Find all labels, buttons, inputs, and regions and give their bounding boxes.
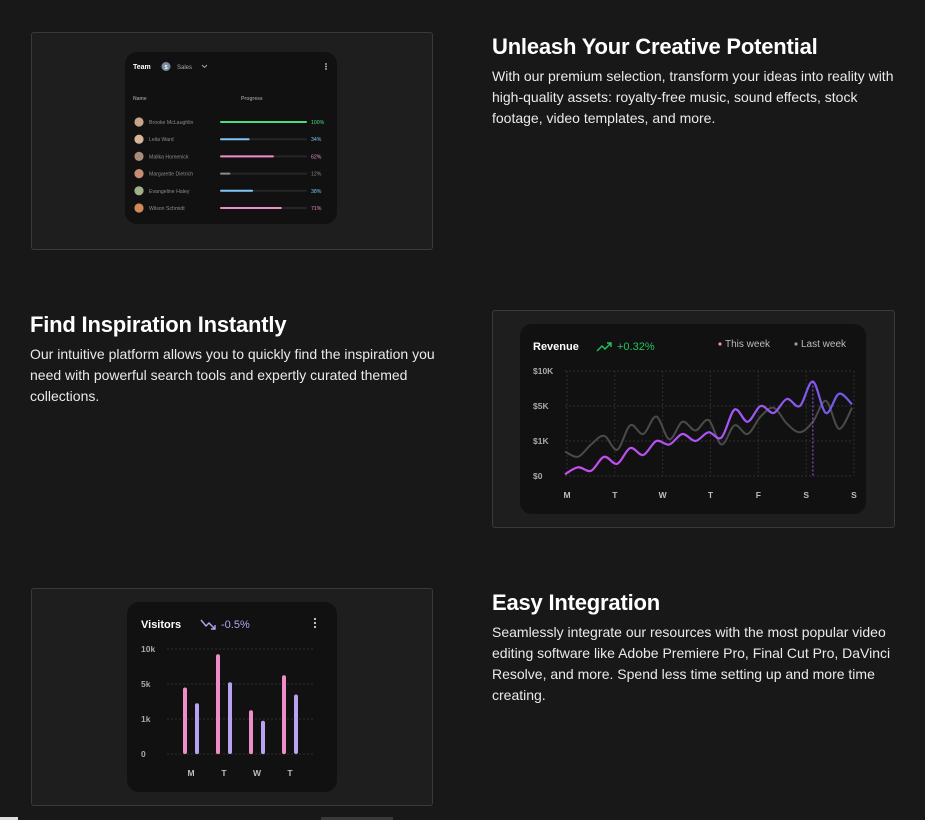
progress-fill	[220, 138, 250, 141]
y-tick-label: $0	[533, 471, 543, 481]
bar	[183, 687, 187, 754]
revenue-card: Revenue +0.32% This week Last week $10K $…	[520, 324, 866, 514]
y-tick-label: 1k	[141, 714, 151, 724]
team-row: Malika Homenick 62%	[134, 151, 322, 161]
x-tick-label: T	[221, 768, 227, 778]
x-tick-label: S	[851, 490, 857, 500]
team-col-name: Name	[133, 96, 147, 102]
team-col-progress: Progress	[241, 96, 263, 102]
y-tick-label: 10k	[141, 644, 155, 654]
trend-down-icon	[200, 619, 216, 630]
team-row: Brooke McLaughlin 100%	[134, 117, 325, 127]
revenue-preview-frame: Revenue +0.32% This week Last week $10K $…	[492, 310, 895, 528]
team-more-icon[interactable]	[325, 63, 327, 70]
team-row-progress-label: 12%	[311, 172, 322, 178]
avatar	[134, 151, 144, 161]
bar	[282, 675, 286, 755]
bar	[195, 703, 199, 755]
avatar	[134, 186, 144, 196]
team-row-name: Evangeline Haley	[149, 189, 190, 195]
feature-creative-title: Unleash Your Creative Potential	[492, 34, 818, 59]
x-tick-label: T	[287, 768, 293, 778]
feature-inspiration: Find Inspiration Instantly Our intuitive…	[30, 312, 440, 407]
progress-track	[220, 172, 307, 175]
bar	[249, 710, 253, 755]
x-tick-label: T	[612, 490, 618, 500]
y-tick-label: $10K	[533, 366, 554, 376]
bar	[228, 682, 232, 754]
team-row: Margarette Dietrich 12%	[134, 169, 322, 179]
y-tick-label: $1K	[533, 436, 549, 446]
feature-inspiration-title: Find Inspiration Instantly	[30, 312, 287, 337]
y-tick-label: 0	[141, 749, 146, 759]
series-this-week-line	[564, 380, 853, 476]
team-row-progress-label: 100%	[311, 120, 325, 126]
bar	[294, 694, 298, 754]
x-tick-label: M	[563, 490, 570, 500]
progress-fill	[220, 207, 282, 209]
team-row-name: Malika Homenick	[149, 154, 189, 160]
legend-last-week-dot	[794, 342, 798, 346]
visitors-title: Visitors	[141, 619, 181, 631]
progress-fill	[220, 155, 274, 158]
x-tick-label: S	[803, 490, 809, 500]
legend-this-week: This week	[725, 339, 771, 350]
series-last-week-line	[564, 399, 853, 458]
team-dropdown-label: Sales	[177, 65, 192, 71]
visitors-chart: Visitors -0.5% 10k 5k 1k 0 M T W T	[141, 617, 317, 778]
x-tick-label: T	[708, 490, 714, 500]
progress-fill	[220, 172, 231, 175]
visitors-preview-frame: Visitors -0.5% 10k 5k 1k 0 M T W T	[31, 588, 433, 806]
feature-creative-body: With our premium selection, transform yo…	[492, 68, 894, 126]
team-dropdown[interactable]: S Sales	[161, 62, 208, 71]
team-row-progress-label: 62%	[311, 154, 322, 160]
x-tick-label: M	[187, 768, 194, 778]
y-tick-label: $5K	[533, 401, 549, 411]
visitors-card: Visitors -0.5% 10k 5k 1k 0 M T W T	[127, 602, 337, 792]
feature-integration-title: Easy Integration	[492, 590, 660, 615]
legend-last-week: Last week	[801, 339, 847, 350]
x-tick-label: W	[659, 490, 668, 500]
team-row: Evangeline Haley 38%	[134, 186, 322, 196]
feature-inspiration-body: Our intuitive platform allows you to qui…	[30, 346, 435, 404]
team-card-svg: Team S Sales Name Progress Brooke McLaug…	[133, 62, 327, 213]
feature-integration-body: Seamlessly integrate our resources with …	[492, 624, 891, 703]
team-row-progress-label: 71%	[311, 206, 322, 212]
trend-up-icon	[596, 342, 612, 352]
avatar	[134, 169, 144, 179]
team-card: Team S Sales Name Progress Brooke McLaug…	[125, 52, 337, 224]
x-tick-label: W	[253, 768, 262, 778]
team-row: Leila Ward 34%	[134, 134, 322, 144]
bar	[261, 720, 265, 755]
visitors-change: -0.5%	[221, 619, 250, 631]
team-row-name: Brooke McLaughlin	[149, 120, 194, 126]
team-row: Wilson Schmidt 71%	[134, 203, 322, 213]
y-tick-label: 5k	[141, 679, 151, 689]
revenue-chart: Revenue +0.32% This week Last week $10K $…	[533, 339, 857, 500]
bar	[216, 654, 220, 755]
team-row-name: Leila Ward	[149, 137, 174, 143]
revenue-title: Revenue	[533, 341, 579, 353]
team-row-name: Wilson Schmidt	[149, 206, 185, 212]
progress-fill	[220, 189, 254, 192]
revenue-change: +0.32%	[617, 341, 655, 353]
avatar	[134, 117, 144, 127]
feature-integration: Easy Integration Seamlessly integrate ou…	[492, 590, 902, 706]
team-preview-frame: Team S Sales Name Progress Brooke McLaug…	[31, 32, 433, 250]
legend-this-week-dot	[718, 342, 722, 346]
avatar	[134, 134, 144, 144]
x-tick-label: F	[756, 490, 761, 500]
progress-fill	[220, 121, 307, 123]
feature-creative: Unleash Your Creative Potential With our…	[492, 34, 902, 129]
team-row-progress-label: 34%	[311, 137, 322, 143]
avatar	[134, 203, 144, 213]
chevron-down-icon	[201, 64, 208, 69]
visitors-more-icon[interactable]	[313, 617, 317, 629]
team-title: Team	[133, 64, 151, 71]
team-row-progress-label: 38%	[311, 189, 322, 195]
team-row-name: Margarette Dietrich	[149, 172, 193, 178]
